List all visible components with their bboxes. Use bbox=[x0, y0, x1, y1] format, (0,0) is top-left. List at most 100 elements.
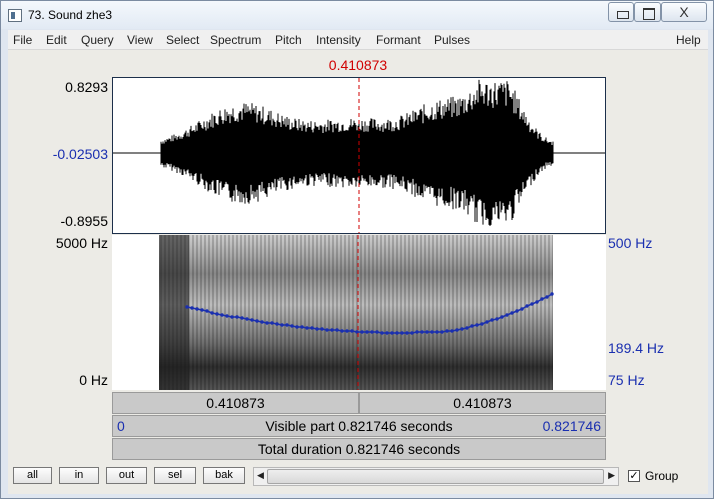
pitch-point bbox=[310, 326, 314, 330]
pitch-point bbox=[515, 309, 519, 313]
spec-min-freq-label: 0 Hz bbox=[79, 372, 108, 388]
pitch-point bbox=[300, 325, 304, 329]
spectrogram-striations bbox=[159, 235, 553, 390]
pitch-point bbox=[210, 311, 214, 315]
wave-max-label: 0.8293 bbox=[65, 79, 108, 95]
pitch-point bbox=[425, 330, 429, 334]
pitch-point bbox=[360, 330, 364, 334]
total-duration-label: Total duration 0.821746 seconds bbox=[257, 441, 461, 457]
menu-pitch[interactable]: Pitch bbox=[275, 33, 302, 47]
pitch-point bbox=[405, 331, 409, 335]
menu-view[interactable]: View bbox=[127, 33, 153, 47]
menu-intensity[interactable]: Intensity bbox=[316, 33, 361, 47]
minimize-button[interactable] bbox=[608, 2, 634, 22]
spec-max-freq-label: 5000 Hz bbox=[55, 235, 108, 251]
pitch-point bbox=[520, 307, 524, 311]
close-button[interactable]: X bbox=[661, 2, 707, 22]
zoom-out-button[interactable]: out bbox=[106, 467, 147, 484]
waveform-panel[interactable] bbox=[112, 77, 606, 234]
menu-select[interactable]: Select bbox=[166, 33, 199, 47]
group-label: Group bbox=[645, 469, 679, 483]
cursor-time-label: 0.410873 bbox=[328, 57, 388, 73]
menu-pulses[interactable]: Pulses bbox=[434, 33, 470, 47]
close-icon: X bbox=[679, 4, 689, 20]
horizontal-scrollbar[interactable]: ◀ ▶ bbox=[253, 467, 619, 486]
pitch-point bbox=[320, 327, 324, 331]
spectrogram-onset bbox=[159, 235, 189, 390]
pitch-point bbox=[525, 304, 529, 308]
menu-edit[interactable]: Edit bbox=[46, 33, 67, 47]
pitch-point bbox=[510, 311, 514, 315]
scroll-thumb[interactable] bbox=[267, 469, 604, 484]
pitch-point bbox=[195, 307, 199, 311]
visible-part-label: Visible part 0.821746 seconds bbox=[265, 418, 453, 434]
pitch-point bbox=[460, 327, 464, 331]
scroll-right-icon[interactable]: ▶ bbox=[608, 470, 615, 481]
pitch-point bbox=[255, 319, 259, 323]
pitch-point bbox=[265, 321, 269, 325]
pitch-point bbox=[535, 300, 539, 304]
wave-zero-label: -0.02503 bbox=[52, 146, 108, 162]
praat-sound-window: 73. Sound zhe3 X File Edit Query View Se… bbox=[0, 0, 714, 499]
pitch-point bbox=[270, 321, 274, 325]
pitch-point bbox=[330, 328, 334, 332]
visible-start-label: 0 bbox=[117, 418, 125, 434]
left-part-label: 0.410873 bbox=[206, 395, 265, 411]
editor-client-area: File Edit Query View Select Spectrum Pit… bbox=[8, 30, 708, 494]
pitch-point bbox=[315, 327, 319, 331]
menu-file[interactable]: File bbox=[13, 33, 32, 47]
pitch-point bbox=[505, 313, 509, 317]
zoom-in-button[interactable]: in bbox=[59, 467, 99, 484]
pitch-point bbox=[500, 315, 504, 319]
pitch-point bbox=[350, 329, 354, 333]
menu-bar: File Edit Query View Select Spectrum Pit… bbox=[8, 30, 708, 50]
pitch-point bbox=[380, 331, 384, 335]
pitch-min-label: 75 Hz bbox=[608, 372, 645, 388]
zoom-back-button[interactable]: bak bbox=[203, 467, 245, 484]
checkmark-icon: ✓ bbox=[629, 470, 639, 482]
pitch-point bbox=[540, 297, 544, 301]
pitch-point bbox=[285, 323, 289, 327]
visible-part-bar[interactable]: 0 Visible part 0.821746 seconds 0.821746 bbox=[112, 415, 606, 437]
scroll-left-icon[interactable]: ◀ bbox=[257, 470, 264, 481]
pitch-point bbox=[200, 308, 204, 312]
pitch-point bbox=[420, 330, 424, 334]
pitch-point bbox=[220, 313, 224, 317]
menu-help[interactable]: Help bbox=[676, 33, 701, 47]
pitch-point bbox=[435, 330, 439, 334]
group-checkbox[interactable]: ✓ bbox=[628, 470, 640, 482]
title-bar[interactable]: 73. Sound zhe3 X bbox=[1, 1, 713, 29]
menu-spectrum[interactable]: Spectrum bbox=[210, 33, 261, 47]
app-icon bbox=[8, 9, 22, 22]
pitch-point bbox=[295, 325, 299, 329]
pitch-point bbox=[260, 320, 264, 324]
pitch-point bbox=[190, 306, 194, 310]
zoom-selection-button[interactable]: sel bbox=[154, 467, 196, 484]
spectrogram-panel[interactable] bbox=[112, 235, 606, 390]
menu-formant[interactable]: Formant bbox=[376, 33, 421, 47]
pitch-point bbox=[480, 322, 484, 326]
pitch-point bbox=[450, 329, 454, 333]
left-part-bar[interactable]: 0.410873 bbox=[112, 392, 359, 414]
pitch-max-label: 500 Hz bbox=[608, 235, 653, 251]
maximize-button[interactable] bbox=[634, 2, 661, 22]
pitch-point bbox=[275, 322, 279, 326]
pitch-point bbox=[305, 326, 309, 330]
pitch-point bbox=[225, 314, 229, 318]
pitch-point bbox=[215, 312, 219, 316]
total-duration-bar[interactable]: Total duration 0.821746 seconds bbox=[112, 438, 606, 460]
pitch-point bbox=[490, 318, 494, 322]
pitch-point bbox=[530, 302, 534, 306]
menu-query[interactable]: Query bbox=[81, 33, 114, 47]
pitch-point bbox=[345, 329, 349, 333]
pitch-point bbox=[325, 328, 329, 332]
pitch-point bbox=[455, 328, 459, 332]
zoom-all-button[interactable]: all bbox=[13, 467, 52, 484]
pitch-point bbox=[245, 317, 249, 321]
pitch-point bbox=[545, 295, 549, 299]
waveform-plot bbox=[113, 78, 605, 233]
right-part-bar[interactable]: 0.410873 bbox=[359, 392, 606, 414]
pitch-point bbox=[280, 323, 284, 327]
visible-end-label: 0.821746 bbox=[542, 418, 601, 434]
pitch-point bbox=[375, 330, 379, 334]
